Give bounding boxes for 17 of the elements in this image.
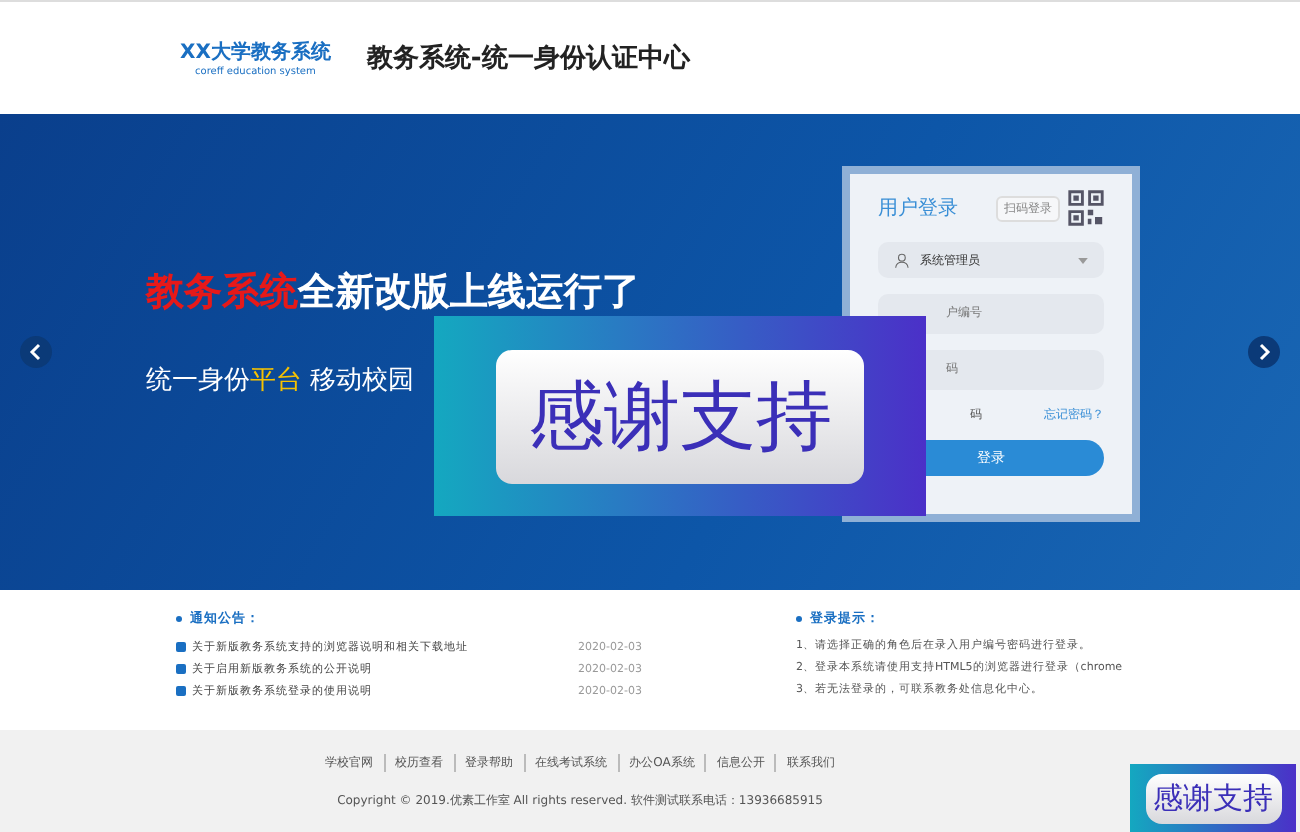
bullet-icon [796, 616, 802, 622]
floating-ad-dialog[interactable]: 感谢支持 [434, 316, 926, 516]
banner-headline: 教务系统全新改版上线运行了 [146, 268, 640, 318]
login-title: 用户登录 [877, 195, 960, 222]
logo-title: XX大学教务系统 [180, 39, 331, 66]
qr-code-icon[interactable] [1068, 190, 1104, 226]
ad-text: 感谢支持 [1145, 773, 1281, 823]
banner-subline: 统一身份平台 移动校园 [146, 364, 415, 398]
ad-text: 感谢支持 [496, 349, 864, 483]
bullet-icon [176, 616, 182, 622]
bullet-icon [176, 664, 186, 674]
floating-ad-dialog[interactable]: 感谢支持 [1130, 764, 1296, 832]
user-icon [893, 251, 912, 269]
page-title: 教务系统-统一身份认证中心 [366, 41, 690, 76]
caret-icon [1078, 257, 1088, 263]
bullet-icon [176, 686, 186, 696]
bullet-icon [176, 642, 186, 652]
